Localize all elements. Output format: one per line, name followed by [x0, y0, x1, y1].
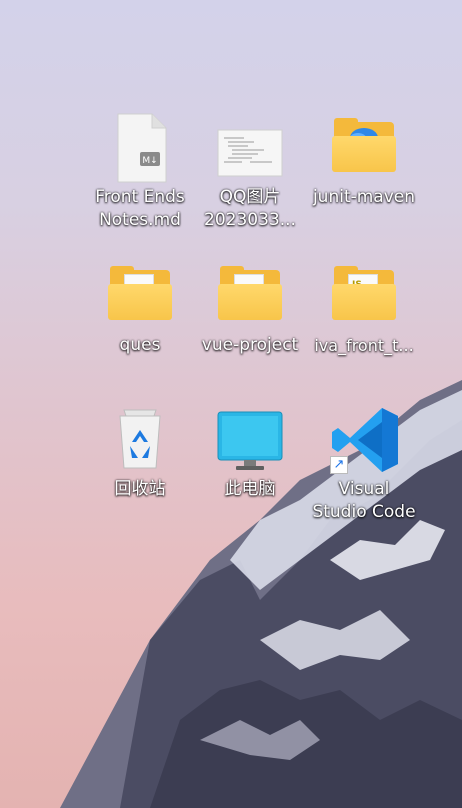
image-file-icon: [214, 112, 286, 184]
folder-onedrive-icon: [328, 112, 400, 184]
folder-icon: [214, 260, 286, 332]
desktop-icon-ques[interactable]: ques: [88, 260, 192, 357]
vscode-shortcut-icon: ↗: [328, 404, 400, 476]
icon-label: Visual Studio Code: [312, 479, 416, 522]
desktop-icon-vscode[interactable]: ↗ Visual Studio Code: [312, 404, 416, 524]
recycle-bin-icon: [104, 404, 176, 476]
desktop-icon-recycle-bin[interactable]: 回收站: [88, 404, 192, 501]
icon-label: ques: [119, 335, 161, 355]
desktop-icon-vue-project[interactable]: vue-project: [198, 260, 302, 357]
desktop-icon-qq-image[interactable]: QQ图片 2023033...: [198, 112, 302, 232]
folder-icon: [104, 260, 176, 332]
desktop-icon-junit-maven[interactable]: junit-maven: [312, 112, 416, 209]
desktop-icon-iva-front[interactable]: JS iva_front_t...: [312, 260, 416, 357]
desktop-icon-this-pc[interactable]: 此电脑: [198, 404, 302, 501]
svg-text:M↓: M↓: [142, 156, 157, 166]
icon-label: iva_front_t...: [314, 336, 414, 355]
computer-icon: [214, 404, 286, 476]
icon-label: 回收站: [114, 479, 166, 499]
icon-label: vue-project: [201, 335, 299, 355]
icon-label: Front Ends Notes.md: [95, 187, 185, 230]
markdown-file-icon: M↓: [104, 112, 176, 184]
folder-js-icon: JS: [328, 260, 400, 332]
desktop-icon-front-ends-notes[interactable]: M↓ Front Ends Notes.md: [88, 112, 192, 232]
shortcut-arrow-icon: ↗: [330, 456, 348, 474]
icon-label: QQ图片 2023033...: [204, 187, 296, 230]
icon-label: 此电脑: [224, 479, 276, 499]
icon-label: junit-maven: [312, 187, 416, 207]
